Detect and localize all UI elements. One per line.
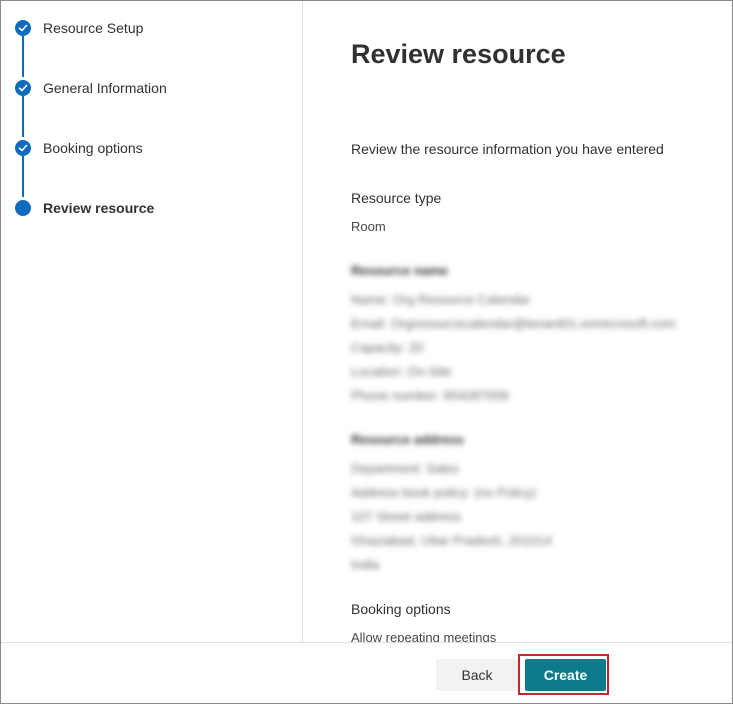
step-connector bbox=[22, 36, 24, 77]
address-policy-line: Address book policy: (no Policy) bbox=[351, 485, 536, 500]
wizard-panel: Resource Setup General Information Booki… bbox=[0, 0, 733, 704]
checkmark-icon bbox=[15, 80, 31, 96]
resource-address-heading: Resource address bbox=[351, 432, 464, 447]
step-review-resource[interactable]: Review resource bbox=[15, 198, 154, 218]
step-general-information[interactable]: General Information bbox=[15, 78, 167, 98]
resource-location-line: Location: On-Site bbox=[351, 364, 452, 379]
checkmark-icon bbox=[15, 20, 31, 36]
address-country-line: India bbox=[351, 557, 380, 572]
step-label: Review resource bbox=[43, 200, 155, 216]
step-label: General Information bbox=[43, 80, 167, 96]
back-button[interactable]: Back bbox=[436, 659, 518, 691]
step-resource-setup[interactable]: Resource Setup bbox=[15, 18, 143, 38]
resource-type-heading: Resource type bbox=[351, 190, 442, 206]
step-booking-options[interactable]: Booking options bbox=[15, 138, 143, 158]
booking-options-heading: Booking options bbox=[351, 601, 451, 617]
review-content: Review resource Review the resource info… bbox=[303, 1, 732, 642]
resource-email-line: Email: Orgresourcecalendar@tenant01.onmi… bbox=[351, 316, 676, 331]
create-button[interactable]: Create bbox=[525, 659, 606, 691]
resource-name-line: Name: Org Resource Calendar bbox=[351, 292, 531, 307]
wizard-steps-sidebar: Resource Setup General Information Booki… bbox=[1, 1, 303, 642]
resource-type-value: Room bbox=[351, 219, 386, 234]
address-street-line: 107 Street address bbox=[351, 509, 461, 524]
resource-phone-line: Phone number: 954287009 bbox=[351, 388, 509, 403]
resource-name-heading: Resource name bbox=[351, 263, 448, 278]
step-connector bbox=[22, 96, 24, 137]
step-label: Booking options bbox=[43, 140, 143, 156]
resource-capacity-line: Capacity: 20 bbox=[351, 340, 424, 355]
wizard-footer: Back Create bbox=[1, 642, 732, 703]
checkmark-icon bbox=[15, 140, 31, 156]
step-label: Resource Setup bbox=[43, 20, 144, 36]
review-intro-text: Review the resource information you have… bbox=[351, 141, 664, 157]
booking-options-value: Allow repeating meetings bbox=[351, 630, 497, 642]
current-step-dot-icon bbox=[15, 200, 31, 216]
address-department-line: Department: Sales bbox=[351, 461, 459, 476]
address-city-line: Ghaziabad, Uttar Pradesh, 201014 bbox=[351, 533, 552, 548]
page-title: Review resource bbox=[351, 39, 566, 69]
step-connector bbox=[22, 156, 24, 197]
